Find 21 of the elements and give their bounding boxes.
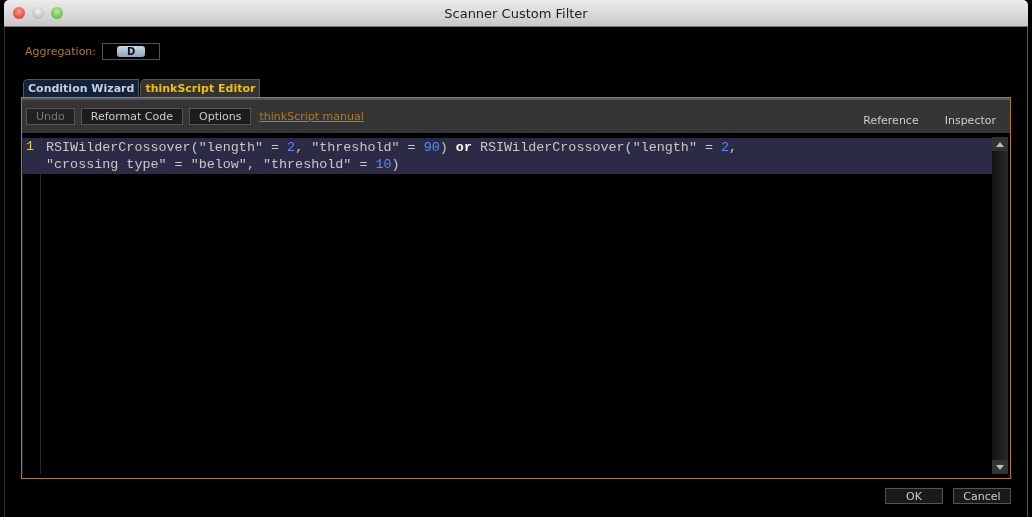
line-number: 1 <box>25 139 36 156</box>
code-line: "crossing type" = "below", "threshold" = 10) <box>46 156 401 173</box>
scroll-down-icon[interactable] <box>992 460 1008 474</box>
minimize-icon[interactable] <box>32 7 44 19</box>
toolbar-button[interactable]: Reformat Code <box>80 108 184 125</box>
dialog-button[interactable]: Cancel <box>953 488 1011 504</box>
toolbar-button[interactable]: Options <box>189 108 252 125</box>
scrollbar[interactable] <box>992 137 1008 474</box>
aggregation-field[interactable]: D <box>102 42 161 60</box>
window-title: Scanner Custom Filter <box>444 5 588 21</box>
code-line: RSIWilderCrossover("length" = 2, "threshold" = 90) or RSIWilderCrossover("length" = 2, <box>46 139 738 156</box>
aggregation-label: Aggregation: <box>25 44 97 58</box>
scroll-up-icon[interactable] <box>992 137 1008 151</box>
panel-tab[interactable]: Reference <box>853 114 929 127</box>
code-editor[interactable]: 1 RSIWilderCrossover("length" = 2, "threshold" = 90) or RSIWilderCrossover("length" = 2, "crossing type" = "below", "threshold" = 10) <box>22 133 1010 478</box>
panel-tab[interactable]: Inspector <box>934 114 1006 127</box>
zoom-icon[interactable] <box>51 7 63 19</box>
close-icon[interactable] <box>13 7 25 19</box>
tab[interactable]: thinkScript Editor <box>140 79 261 97</box>
dialog-button[interactable]: OK <box>885 488 943 504</box>
tab[interactable]: Condition Wizard <box>23 79 140 97</box>
